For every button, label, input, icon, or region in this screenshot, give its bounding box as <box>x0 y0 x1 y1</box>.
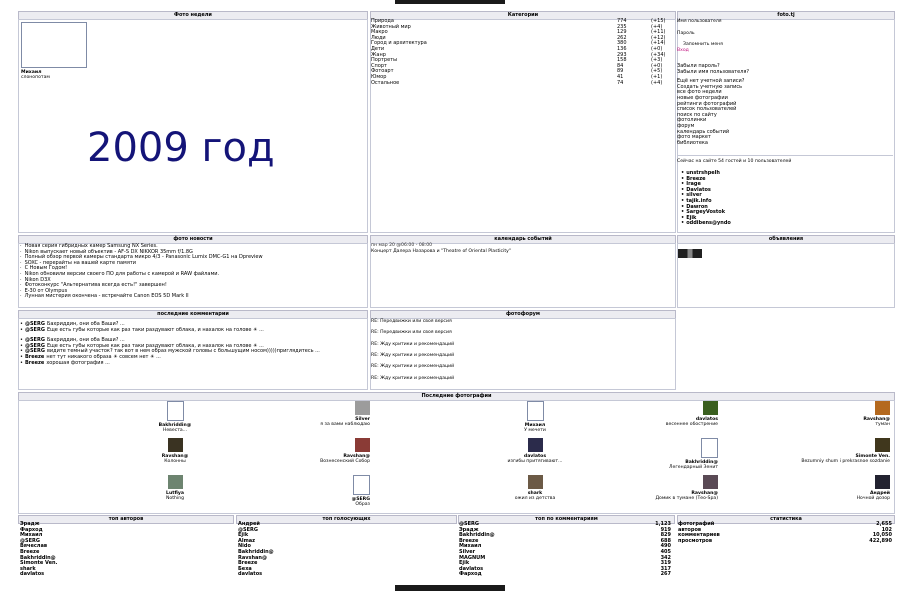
top-bar <box>395 0 505 4</box>
photo-week-thumbnail[interactable] <box>21 22 87 68</box>
login-links: Забыли пароль? Забыли имя пользователя? Ещ… <box>677 63 891 147</box>
stats-value: 422,890 <box>869 537 892 544</box>
top-authors-list: Эрадж Фарход Михаил @SERG Вячеслав Breeze Bakh… <box>20 521 58 578</box>
online-user[interactable]: oddibens@yndo <box>677 221 891 227</box>
login-link[interactable]: библиотека <box>677 140 891 147</box>
photo-thumbnail[interactable] <box>875 401 890 415</box>
category-count: 74 <box>617 79 624 86</box>
photo-card[interactable]: Bakhriddin@ Невеста... <box>115 401 235 433</box>
comment-author[interactable]: @SERG <box>25 327 45 333</box>
top-comment-row: Фарход 267 <box>459 572 671 578</box>
bottom-bar <box>395 585 505 591</box>
photo-thumbnail[interactable] <box>875 438 890 452</box>
photo-thumbnail[interactable] <box>166 401 184 421</box>
photo-title[interactable]: Nothing <box>115 496 235 501</box>
stats-list: фотографий 2,655 авторов 102 комментариев 10,… <box>678 521 892 545</box>
photo-card[interactable]: Ravshan@ Домик в тумане (Тео-Spa) <box>598 475 718 501</box>
photo-title[interactable]: Ночной дозор <box>770 496 890 501</box>
photo-title[interactable]: весеннее обострение <box>598 422 718 427</box>
photo-card[interactable]: Silver я за вами наблюдаю <box>250 401 370 427</box>
photo-card[interactable]: Ravshan@ Вознесенский Собор <box>250 438 370 464</box>
login-link[interactable]: Забыли имя пользователя? <box>677 69 891 76</box>
online-users-list: unstrshpelhBreezeIrageDavlatossilvertaji… <box>677 170 891 227</box>
comment-text[interactable]: хорошая фотография ... <box>46 360 110 366</box>
photo-card[interactable]: davlatos весеннее обострение <box>598 401 718 427</box>
forum-item[interactable]: RE: Жду критики и рекомендаций <box>371 353 454 359</box>
stats-name: просмотров <box>678 537 713 544</box>
photo-card[interactable]: shark ожил из детства <box>475 475 595 501</box>
photo-thumbnail[interactable] <box>703 401 718 415</box>
photo-card[interactable]: @SERG Образ <box>250 475 370 507</box>
photo-card[interactable]: Михаил У мечети <box>475 401 595 433</box>
top-comment-value: 267 <box>660 571 671 578</box>
bullet-icon: · <box>20 293 22 300</box>
photo-week-title[interactable]: слонопотам <box>21 75 50 81</box>
photo-thumbnail[interactable] <box>353 475 370 495</box>
photo-thumbnail[interactable] <box>355 401 370 415</box>
ad-banner[interactable] <box>678 249 702 258</box>
stats-row: просмотров 422,890 <box>678 537 892 545</box>
login-divider <box>677 155 893 156</box>
photo-title[interactable]: Образ <box>250 502 370 507</box>
photo-card[interactable]: Simonte Ven. Bezumniy shum i prekrasnoe s… <box>770 438 890 464</box>
online-text: Сейчас на сайте 54 гостей и 10 пользоват… <box>677 159 792 164</box>
category-item[interactable]: Остальное 74 (+4) <box>371 79 673 87</box>
photo-title[interactable]: я за вами наблюдаю <box>250 422 370 427</box>
category-list: Природа 774 (+15) Животный мир 235 (+4) Макро 1… <box>371 18 673 87</box>
photo-title[interactable]: изгибы притягивают... <box>475 459 595 464</box>
comment-item[interactable]: @SERGЕще есть губы которые как раз таки … <box>20 327 320 334</box>
photo-thumbnail[interactable] <box>167 438 183 452</box>
forum-item[interactable]: RE: Передвижки или своя версия <box>371 330 452 336</box>
photo-title[interactable]: Bezumniy shum i prekrasnoe sozdanie <box>770 459 890 464</box>
photo-title[interactable]: Домик в тумане (Тео-Spa) <box>598 496 718 501</box>
login-button[interactable]: Вход <box>677 48 891 54</box>
photo-card[interactable]: Андрей Ночной дозор <box>770 475 890 501</box>
login-form: Имя пользователя Пароль Запомнить меня В… <box>677 19 891 53</box>
photo-thumbnail[interactable] <box>527 475 543 489</box>
photo-title[interactable]: Легендарный Зенит <box>598 465 718 470</box>
comment-author[interactable]: Breeze <box>25 360 44 366</box>
photo-card[interactable]: Ravshan@ туман <box>770 401 890 427</box>
forum-item[interactable]: RE: Жду критики и рекомендаций <box>371 376 454 382</box>
top-comments-list: @SERG 1,123 Эрадж 919 Bakhriddin@ 829 Breeze 68… <box>459 521 671 578</box>
forum-item[interactable]: RE: Жду критики и рекомендаций <box>371 342 454 348</box>
photo-title[interactable]: У мечети <box>475 428 595 433</box>
photo-title[interactable]: Невеста... <box>115 428 235 433</box>
photo-thumbnail[interactable] <box>875 475 890 489</box>
photo-title[interactable]: ожил из детства <box>475 496 595 501</box>
news-list: · Новая серия гибридных камер Samsung NX … <box>20 243 263 300</box>
news-item-text[interactable]: Лунная мистерия окончена - встречайте Ca… <box>25 293 189 300</box>
comment-text[interactable]: Еще есть губы которые как раз таки разду… <box>47 327 264 333</box>
photo-title[interactable]: Колонны <box>115 459 235 464</box>
category-delta: (+4) <box>651 79 663 86</box>
news-item[interactable]: · Лунная мистерия окончена - встречайте C… <box>20 294 263 300</box>
year-overlay: 2009 год <box>87 125 275 171</box>
calendar-date[interactable]: пн мар 20 @06:00 - 08:00 <box>371 243 432 249</box>
comment-item[interactable]: Breezeхорошая фотография ... <box>20 360 320 367</box>
photo-thumbnail[interactable] <box>167 475 183 489</box>
photo-thumbnail[interactable] <box>527 438 543 452</box>
news-item-text[interactable]: Nikon обновили версии своего ПО для рабо… <box>25 271 219 277</box>
photo-thumbnail[interactable] <box>703 475 718 489</box>
top-author[interactable]: davlatos <box>20 572 58 578</box>
photo-thumbnail[interactable] <box>526 401 544 421</box>
top-comment-name[interactable]: Фарход <box>459 572 482 578</box>
category-name[interactable]: Остальное <box>371 80 399 87</box>
forum-item[interactable]: RE: Жду критики и рекомендаций <box>371 364 454 370</box>
top-voters-list: Андрей @SERG Ejik Almaz Nido Bakhriddin@ Ravsh… <box>238 521 274 578</box>
comments-list: @SERGБахриддин, они оба Ваши? ...@SERGЕщ… <box>20 321 320 367</box>
ads-panel <box>677 243 895 308</box>
top-voter[interactable]: davlatos <box>238 572 274 578</box>
forum-item[interactable]: RE: Передвижки или своя версия <box>371 319 452 325</box>
photo-card[interactable]: davlatos изгибы притягивают... <box>475 438 595 464</box>
photo-thumbnail[interactable] <box>355 438 370 452</box>
photo-card[interactable]: Ravshan@ Колонны <box>115 438 235 464</box>
last-photos-grid: Bakhriddin@ Невеста... Silver я за вами наб… <box>18 400 893 512</box>
photo-thumbnail[interactable] <box>701 438 718 458</box>
photo-title[interactable]: туман <box>770 422 890 427</box>
calendar-event[interactable]: Концерт Далера Назарова и "Theatre of Or… <box>371 249 511 255</box>
photo-card[interactable]: Bakhriddin@ Легендарный Зенит <box>598 438 718 470</box>
photo-title[interactable]: Вознесенский Собор <box>250 459 370 464</box>
photo-card[interactable]: Lutfiya Nothing <box>115 475 235 501</box>
